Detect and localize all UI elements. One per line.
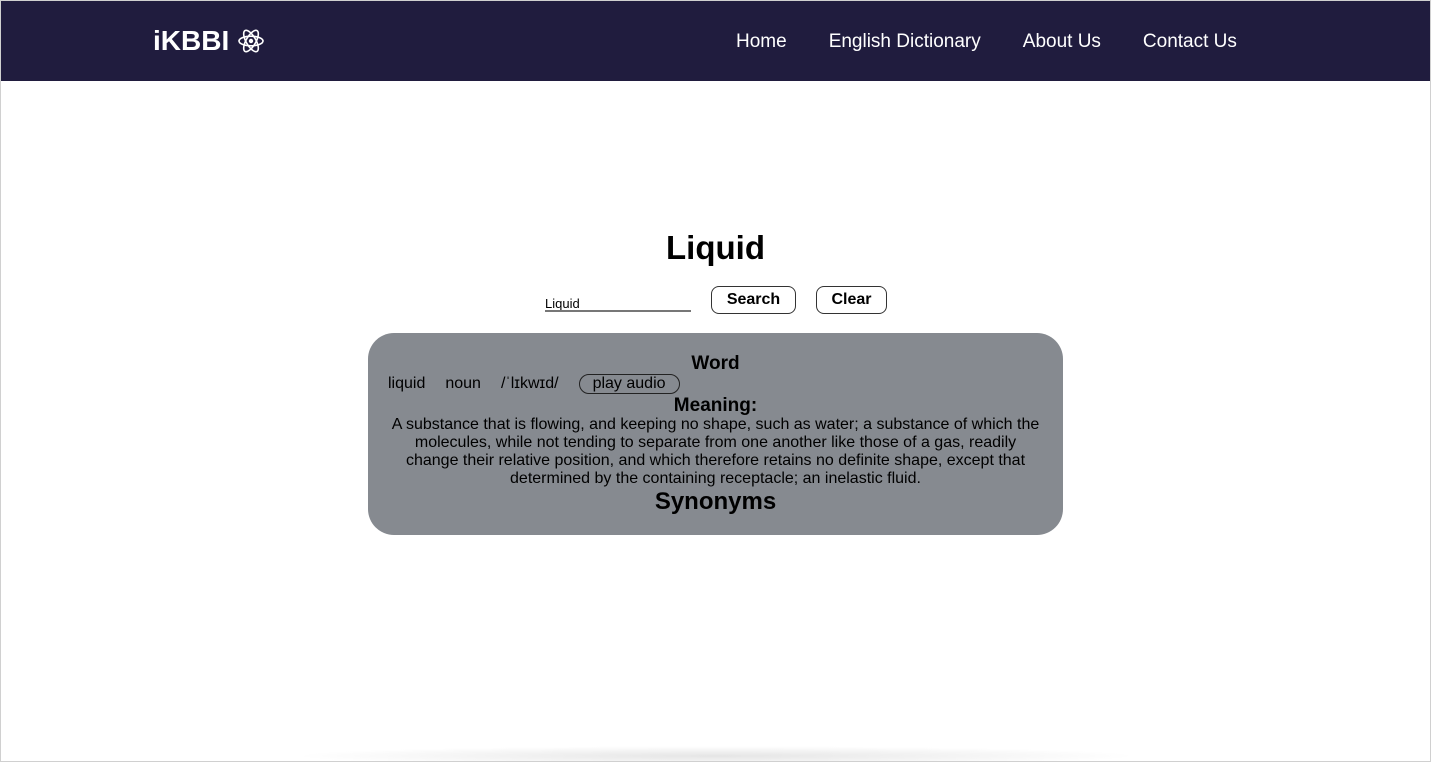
synonyms-heading: Synonyms <box>654 488 777 515</box>
brand-name: iKBBI <box>153 25 230 56</box>
brand-logo[interactable]: iKBBI <box>153 25 265 57</box>
navbar: iKBBI Home English Dictionary About Us C… <box>1 1 1430 81</box>
word-text: liquid <box>388 375 426 392</box>
search-button[interactable]: Search <box>711 286 796 314</box>
search-input[interactable] <box>545 288 691 312</box>
atom-icon <box>237 27 265 55</box>
footer-shadow <box>291 746 1141 761</box>
word-meta: liquid noun /ˈlɪkwɪd/ play audio <box>388 374 680 394</box>
nav-links: Home English Dictionary About Us Contact… <box>736 30 1237 54</box>
phonetic: /ˈlɪkwɪd/ <box>500 375 559 392</box>
play-audio-button[interactable]: play audio <box>578 374 680 394</box>
nav-english-dictionary[interactable]: English Dictionary <box>829 30 981 54</box>
meaning-heading: Meaning: <box>673 395 758 416</box>
result-card: Word liquid noun /ˈlɪkwɪd/ play audio Me… <box>368 333 1063 535</box>
part-of-speech: noun <box>445 375 481 392</box>
nav-contact-us[interactable]: Contact Us <box>1143 30 1237 54</box>
word-heading: Word <box>691 353 740 374</box>
clear-button[interactable]: Clear <box>816 286 887 314</box>
page: iKBBI Home English Dictionary About Us C… <box>0 0 1431 762</box>
search-row: Search Clear <box>545 286 887 314</box>
nav-home[interactable]: Home <box>736 30 787 54</box>
definition-text: A substance that is flowing, and keeping… <box>391 416 1040 487</box>
page-title: Liquid <box>666 229 765 266</box>
nav-about-us[interactable]: About Us <box>1023 30 1101 54</box>
